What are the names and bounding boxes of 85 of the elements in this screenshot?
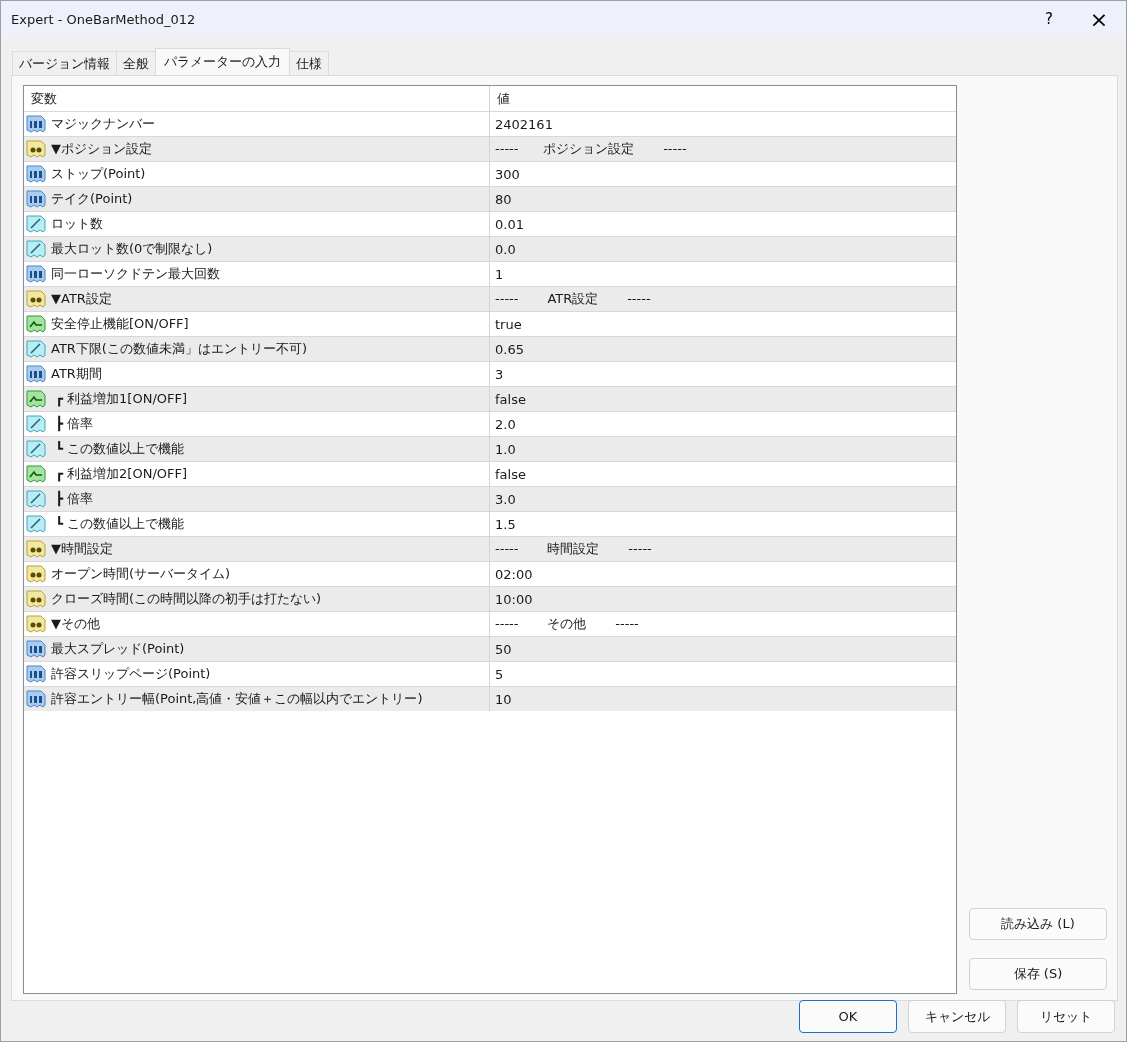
parameter-value[interactable]: ----- ポジション設定 ----- (495, 140, 687, 158)
bars-icon (26, 115, 46, 133)
parameter-value[interactable]: 3 (495, 366, 504, 382)
dots-icon (26, 140, 46, 158)
parameter-name: 安全停止機能[ON/OFF] (51, 315, 189, 333)
parameter-name: 最大ロット数(0で制限なし) (51, 240, 213, 258)
tab[interactable]: 仕様 (289, 51, 329, 75)
parameter-value[interactable]: false (495, 391, 526, 407)
parameter-value[interactable]: 1.5 (495, 516, 516, 532)
bars-icon (26, 165, 46, 183)
parameter-name: 許容スリップページ(Point) (51, 665, 211, 683)
dialog-button[interactable]: キャンセル (908, 1000, 1006, 1033)
parameter-name: ┗ この数値以上で機能 (54, 515, 185, 533)
parameter-value[interactable]: 2402161 (495, 116, 553, 132)
parameter-value[interactable]: 5 (495, 666, 504, 682)
parameter-name: 許容エントリー幅(Point,高値・安値＋この幅以内でエントリー) (51, 690, 423, 708)
parameter-value[interactable]: 02:00 (495, 566, 533, 582)
parameter-value[interactable]: 1 (495, 266, 504, 282)
bars-icon (26, 690, 46, 708)
parameter-name: ▼ポジション設定 (51, 140, 152, 158)
dots-icon (26, 565, 46, 583)
parameter-name: 最大スプレッド(Point) (51, 640, 185, 658)
slash-icon (26, 340, 46, 358)
parameter-name: ATR期間 (51, 365, 102, 383)
parameter-value[interactable]: 10:00 (495, 591, 533, 607)
parameter-name: ロット数 (51, 215, 103, 233)
parameter-value[interactable]: ----- 時間設定 ----- (495, 540, 652, 558)
dots-icon (26, 540, 46, 558)
tick-icon (26, 390, 46, 408)
tick-icon (26, 315, 46, 333)
help-button[interactable]: ? (1026, 1, 1072, 37)
parameter-value[interactable]: false (495, 466, 526, 482)
tab[interactable]: パラメーターの入力 (155, 48, 290, 75)
parameter-name: ┏ 利益増加2[ON/OFF] (54, 465, 188, 483)
parameter-name: 同一ローソクドテン最大回数 (51, 265, 220, 283)
parameter-name: マジックナンバー (51, 115, 155, 133)
side-button[interactable]: 読み込み (L) (969, 908, 1107, 940)
parameter-value[interactable]: 80 (495, 191, 512, 207)
slash-icon (26, 490, 46, 508)
parameter-value[interactable]: 3.0 (495, 491, 516, 507)
slash-icon (26, 515, 46, 533)
parameter-value[interactable]: 0.01 (495, 216, 524, 232)
bars-icon (26, 190, 46, 208)
bars-icon (26, 265, 46, 283)
bars-icon (26, 365, 46, 383)
tick-icon (26, 465, 46, 483)
parameter-value[interactable]: 0.65 (495, 341, 524, 357)
parameter-value[interactable]: 2.0 (495, 416, 516, 432)
parameter-value[interactable]: 0.0 (495, 241, 516, 257)
parameter-name: ┣ 倍率 (54, 415, 94, 433)
side-button[interactable]: 保存 (S) (969, 958, 1107, 990)
parameter-name: オープン時間(サーバータイム) (51, 565, 231, 583)
column-header: 値 (496, 89, 511, 108)
slash-icon (26, 215, 46, 233)
bars-icon (26, 665, 46, 683)
parameter-name: ┣ 倍率 (54, 490, 94, 508)
parameter-value[interactable]: 1.0 (495, 441, 516, 457)
bars-icon (26, 640, 46, 658)
dots-icon (26, 590, 46, 608)
slash-icon (26, 240, 46, 258)
slash-icon (26, 415, 46, 433)
parameter-name: ┏ 利益増加1[ON/OFF] (54, 390, 188, 408)
parameter-name: ▼時間設定 (51, 540, 113, 558)
tab[interactable]: バージョン情報 (12, 51, 117, 75)
dialog-button[interactable]: OK (799, 1000, 897, 1033)
parameter-name: ▼その他 (51, 615, 100, 633)
slash-icon (26, 440, 46, 458)
parameter-value[interactable]: ----- ATR設定 ----- (495, 290, 651, 308)
parameter-value[interactable]: 50 (495, 641, 512, 657)
dots-icon (26, 290, 46, 308)
parameter-value[interactable]: ----- その他 ----- (495, 615, 639, 633)
close-button[interactable]: × (1072, 1, 1126, 37)
parameter-name: テイク(Point) (51, 190, 133, 208)
dots-icon (26, 615, 46, 633)
dialog-button[interactable]: リセット (1017, 1000, 1115, 1033)
parameter-name: ┗ この数値以上で機能 (54, 440, 185, 458)
parameter-name: クローズ時間(この時間以降の初手は打たない) (51, 590, 322, 608)
parameter-name: ストップ(Point) (51, 165, 146, 183)
column-header: 変数 (24, 86, 490, 111)
parameter-value[interactable]: 300 (495, 166, 520, 182)
parameter-name: ▼ATR設定 (51, 290, 112, 308)
parameter-value[interactable]: true (495, 316, 522, 332)
parameter-value[interactable]: 10 (495, 691, 512, 707)
window-title: Expert - OneBarMethod_012 (11, 11, 196, 27)
parameter-name: ATR下限(この数値未満」はエントリー不可) (51, 340, 307, 358)
